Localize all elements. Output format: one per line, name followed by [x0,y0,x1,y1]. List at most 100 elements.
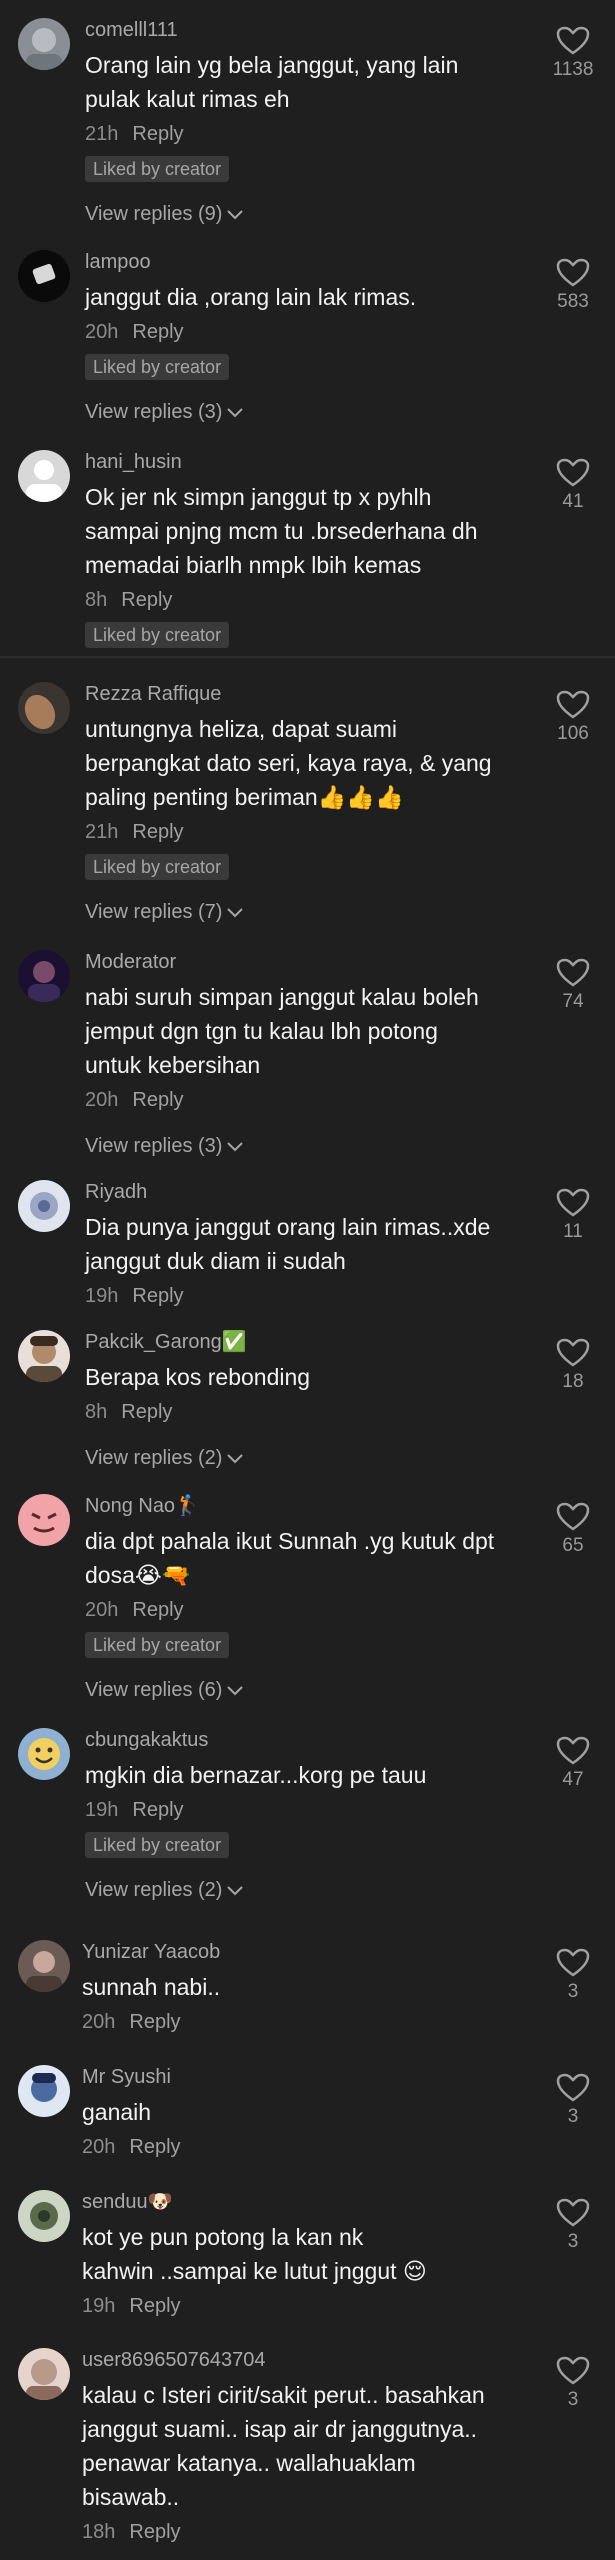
view-replies-button[interactable]: View replies (6) [85,1676,515,1704]
reply-button[interactable]: Reply [129,2295,180,2317]
reply-button[interactable]: Reply [129,2521,180,2543]
avatar[interactable] [18,682,70,734]
view-replies-label: View replies (7) [85,901,223,923]
comment-text: Orang lain yg bela janggut, yang lain pu… [85,52,459,112]
reply-button[interactable]: Reply [132,321,183,343]
reply-button[interactable]: Reply [132,1799,183,1821]
comment-username[interactable]: cbungakaktus [85,1728,515,1752]
reply-button[interactable]: Reply [121,589,172,611]
comment-time: 20h [82,2011,116,2033]
comment-text: Ok jer nk simpn janggut tp x pyhlh sampa… [85,484,478,578]
comment-username[interactable]: Moderator [85,950,515,974]
like-button[interactable]: 1138 [549,26,597,82]
view-replies-label: View replies (9) [85,203,223,225]
comment-text: untungnya heliza, dapat suami berpangkat… [85,716,492,810]
avatar[interactable] [18,1494,70,1546]
comment-username[interactable]: Pakcik_Garong✅ [85,1330,515,1354]
reply-button[interactable]: Reply [132,123,183,145]
chevron-down-icon [227,1686,244,1696]
chevron-down-icon [227,408,244,418]
like-count: 583 [557,291,589,312]
view-replies-button[interactable]: View replies (2) [85,1444,515,1472]
comment-text: ganaih [82,2099,152,2125]
reply-button[interactable]: Reply [132,1089,183,1111]
like-button[interactable]: 3 [549,2073,597,2129]
comment-username[interactable]: hani_husin [85,450,515,474]
view-replies-button[interactable]: View replies (7) [85,898,515,926]
like-count: 11 [563,1221,583,1242]
chevron-down-icon [227,908,244,918]
avatar[interactable] [18,250,70,302]
comment-username[interactable]: Mr Syushi [82,2065,512,2089]
comment-time: 21h [85,821,119,843]
like-button[interactable]: 583 [549,258,597,314]
avatar[interactable] [18,2065,70,2117]
heart-outline-icon [556,458,590,487]
comment-time: 8h [85,589,108,611]
heart-outline-icon [556,2198,590,2227]
like-count: 106 [557,723,589,744]
like-count: 18 [562,1371,584,1392]
like-count: 47 [562,1769,584,1790]
like-button[interactable]: 3 [549,1948,597,2004]
comment-username[interactable]: senduu🐶 [82,2190,512,2214]
view-replies-button[interactable]: View replies (2) [85,1876,515,1904]
comment-text: Berapa kos rebonding [85,1364,311,1390]
reply-button[interactable]: Reply [132,821,183,843]
reply-button[interactable]: Reply [121,1401,172,1423]
view-replies-button[interactable]: View replies (9) [85,200,515,228]
liked-by-creator-badge: Liked by creator [85,354,230,380]
comment-username[interactable]: lampoo [85,250,515,274]
reply-button[interactable]: Reply [132,1285,183,1307]
comment-text: kalau c Isteri cirit/sakit perut.. basah… [82,2382,485,2510]
heart-outline-icon [556,690,590,719]
comment-username[interactable]: Riyadh [85,1180,515,1204]
reply-button[interactable]: Reply [129,2011,180,2033]
avatar[interactable] [18,1180,70,1232]
chevron-down-icon [227,1454,244,1464]
like-button[interactable]: 65 [549,1502,597,1558]
avatar[interactable] [18,450,70,502]
comment-time: 19h [85,1799,119,1821]
view-replies-button[interactable]: View replies (3) [85,1132,515,1160]
comment-time: 8h [85,1401,108,1423]
heart-outline-icon [556,958,590,987]
comment-text: janggut dia ,orang lain lak rimas. [85,284,417,310]
avatar[interactable] [18,950,70,1002]
like-button[interactable]: 47 [549,1736,597,1792]
avatar[interactable] [18,1940,70,1992]
comment-text: mgkin dia bernazar...korg pe tauu [85,1762,427,1788]
avatar[interactable] [18,2348,70,2400]
comment-text: dia dpt pahala ikut Sunnah .yg kutuk dpt… [85,1528,495,1588]
like-count: 3 [567,2231,579,2252]
like-button[interactable]: 11 [549,1188,597,1244]
comment-username[interactable]: Nong Nao🏌 [85,1494,515,1518]
like-button[interactable]: 3 [549,2356,597,2412]
like-button[interactable]: 106 [549,690,597,746]
like-button[interactable]: 3 [549,2198,597,2254]
comment-username[interactable]: Rezza Raffique [85,682,515,706]
comment-time: 19h [82,2295,116,2317]
avatar[interactable] [18,18,70,70]
reply-button[interactable]: Reply [129,2136,180,2158]
chevron-down-icon [227,210,244,220]
heart-outline-icon [556,1188,590,1217]
comment-text: nabi suruh simpan janggut kalau boleh je… [85,984,479,1078]
chevron-down-icon [227,1142,244,1152]
comment-text: sunnah nabi.. [82,1974,221,2000]
view-replies-button[interactable]: View replies (3) [85,398,515,426]
comment-username[interactable]: comelll111 [85,18,515,42]
like-button[interactable]: 18 [549,1338,597,1394]
like-button[interactable]: 41 [549,458,597,514]
comment-username[interactable]: user8696507643704 [82,2348,512,2372]
comment-time: 20h [82,2136,116,2158]
avatar[interactable] [18,2190,70,2242]
avatar[interactable] [18,1330,70,1382]
view-replies-label: View replies (6) [85,1679,223,1701]
like-button[interactable]: 74 [549,958,597,1014]
like-count: 74 [562,991,584,1012]
comment-username[interactable]: Yunizar Yaacob [82,1940,512,1964]
heart-outline-icon [556,2073,590,2102]
avatar[interactable] [18,1728,70,1780]
reply-button[interactable]: Reply [132,1599,183,1621]
